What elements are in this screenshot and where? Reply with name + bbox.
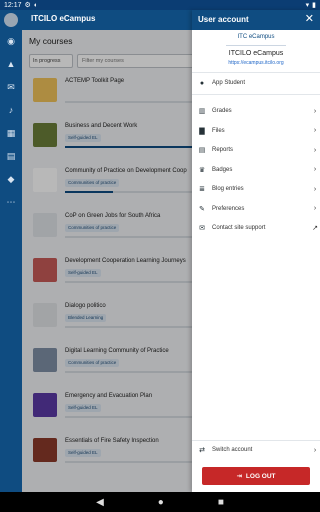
trophy-icon: ♛ [198,166,206,174]
divider [192,72,320,73]
gear-icon: ⚙ [24,2,31,9]
blog-icon: ≣ [199,186,205,193]
chevron-right-icon: › [313,146,317,154]
drawer-item-contact-site-support[interactable]: ✉ Contact site support ↗ [192,219,320,237]
avatar[interactable] [4,13,18,27]
status-bar: 12:17 ⚙ ◐ ▾ ▮ [0,0,320,10]
chevron-right-icon: › [313,205,317,212]
drawer-item-files[interactable]: ▇ Files › [192,122,320,140]
wrench-icon: ✎ [199,205,205,213]
courses-icon[interactable]: ▲ [6,59,16,69]
chevron-right-icon: › [313,166,317,173]
switch-icon: ⇄ [199,447,205,454]
folder-icon: ▇ [199,127,205,135]
site-logo: ITC eCampus [226,34,286,46]
grades-icon: ▥ [198,108,206,115]
logout-label: LOG OUT [245,472,276,480]
nav-rail: ◉ ▲ ✉ ♪ ▦ ▤ ◆ ⋯ [0,30,22,492]
app: ITCILO eCampus ◉ ▲ ✉ ♪ ▦ ▤ ◆ ⋯ My course… [0,10,320,492]
user-name: App Student [212,80,246,86]
drawer-header: User account ✕ [192,10,320,30]
drawer-item-label: Grades [212,108,232,114]
drawer-item-label: Files [212,127,225,134]
tag-icon[interactable]: ◆ [6,174,16,184]
back-icon[interactable]: ◀ [96,497,104,508]
drawer-item-label: Preferences [212,205,245,212]
chevron-right-icon: › [313,107,317,115]
drawer-backdrop[interactable] [22,30,192,492]
reports-icon: ▤ [198,147,206,154]
more-icon[interactable]: ⋯ [6,197,16,207]
messages-icon[interactable]: ✉ [6,82,16,92]
mail-icon: ✉ [199,225,205,232]
drawer-item-label: Blog entries [212,186,244,192]
drawer-item-label: Contact site support [212,225,266,231]
notifications-icon[interactable]: ♪ [6,105,16,115]
close-icon[interactable]: ✕ [305,13,314,25]
user-avatar-icon: ● [199,79,205,87]
screen: 12:17 ⚙ ◐ ▾ ▮ ITCILO eCampus ◉ ▲ ✉ ♪ ▦ ▤ ◆ … [0,0,320,512]
wifi-icon: ▾ [305,2,310,9]
system-nav-bar: ◀ ● ■ [0,492,320,512]
user-account-drawer: User account ✕ ITC eCampus ITCILO eCampu… [192,10,320,492]
drawer-item-label: Badges [212,166,233,173]
logout-icon: ⇥ [236,473,242,480]
drawer-title: User account [198,15,249,24]
grades-rail-icon[interactable]: ▤ [6,151,16,161]
site-name: ITCILO eCampus [228,50,284,57]
data-icon: ◐ [33,1,39,9]
recents-icon[interactable]: ■ [218,497,224,508]
drawer-item-reports[interactable]: ▤ Reports › [192,141,320,159]
switch-account-item[interactable]: ⇄ Switch account › [192,441,320,459]
app-title: ITCILO eCampus [31,14,96,23]
chevron-right-icon: › [313,127,317,134]
drawer-item-grades[interactable]: ▥ Grades › [192,102,320,120]
dashboard-icon[interactable]: ◉ [6,36,16,46]
switch-account-label: Switch account [212,447,253,453]
battery-icon: ▮ [312,2,316,9]
status-time: 12:17 [4,1,22,9]
logout-button[interactable]: ⇥ LOG OUT [202,467,310,485]
drawer-item-badges[interactable]: ♛ Badges › [192,161,320,179]
site-url[interactable]: https://ecampus.itcilo.org [192,60,320,66]
external-link-icon: ↗ [312,225,318,232]
calendar-icon[interactable]: ▦ [6,128,16,138]
drawer-item-preferences[interactable]: ✎ Preferences › [192,200,320,218]
drawer-item-blog-entries[interactable]: ≣ Blog entries › [192,180,320,198]
user-profile-item[interactable]: ● App Student [192,74,320,92]
chevron-right-icon: › [313,185,317,193]
chevron-right-icon: › [313,446,317,454]
home-icon[interactable]: ● [158,497,164,508]
divider [192,94,320,95]
drawer-item-label: Reports [212,147,234,153]
